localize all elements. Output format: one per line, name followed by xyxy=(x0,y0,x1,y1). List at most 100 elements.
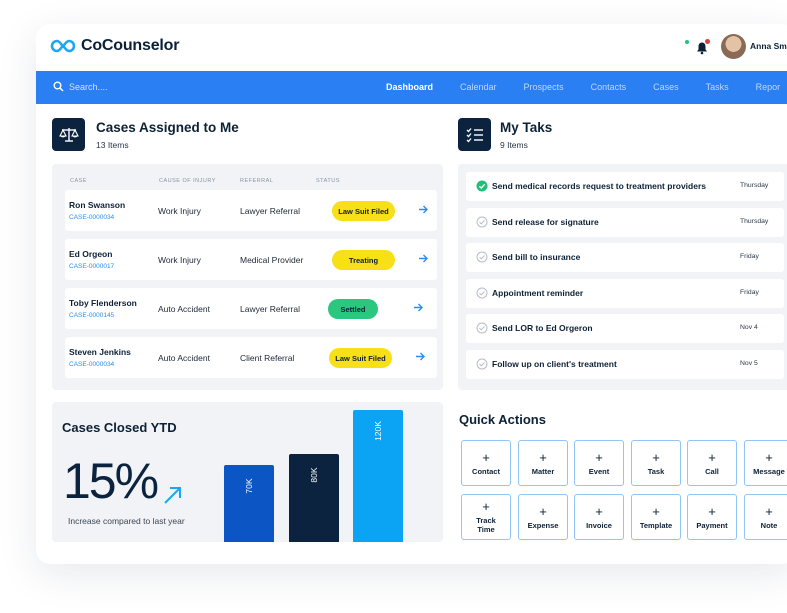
plus-icon: + xyxy=(652,449,660,465)
avatar[interactable] xyxy=(721,34,746,59)
task-label: Send bill to insurance xyxy=(492,252,581,262)
task-date: Nov 4 xyxy=(740,324,758,331)
app-name: CoCounselor xyxy=(81,37,180,54)
quick-action-note-button[interactable]: + Note xyxy=(744,494,787,540)
check-circle-icon[interactable] xyxy=(476,322,488,334)
ytd-caption: Increase compared to last year xyxy=(68,516,185,526)
cases-title: Cases Assigned to Me xyxy=(96,120,239,135)
checklist-icon xyxy=(466,127,483,142)
quick-action-task-button[interactable]: + Task xyxy=(631,440,681,486)
tab-calendar[interactable]: Calendar xyxy=(460,82,497,92)
tab-tasks[interactable]: Tasks xyxy=(706,82,729,92)
case-id-link[interactable]: CASE-0000034 xyxy=(69,361,114,368)
ytd-bar: 70K xyxy=(224,465,274,542)
list-item[interactable]: Send LOR to Ed Orgeron Nov 4 xyxy=(466,314,784,343)
cases-closed-ytd-panel: Cases Closed YTD 15% Increase compared t… xyxy=(52,402,443,542)
plus-icon: + xyxy=(708,503,716,519)
quick-action-event-button[interactable]: + Event xyxy=(574,440,624,486)
quick-action-label: Matter xyxy=(531,466,555,476)
ytd-bar-label: 70K xyxy=(244,478,254,494)
table-row[interactable]: Toby Flenderson CASE-0000145 Auto Accide… xyxy=(65,288,437,329)
quick-action-invoice-button[interactable]: + Invoice xyxy=(574,494,624,540)
case-id-link[interactable]: CASE-0000017 xyxy=(69,263,114,270)
quick-action-label: Payment xyxy=(696,520,728,530)
case-client-name: Ed Orgeon xyxy=(69,249,113,259)
tab-contacts[interactable]: Contacts xyxy=(591,82,627,92)
arrow-right-icon[interactable] xyxy=(418,204,429,215)
quick-action-label: Call xyxy=(705,466,719,476)
plus-icon: + xyxy=(539,449,547,465)
quick-action-label: Invoice xyxy=(586,520,612,530)
case-id-link[interactable]: CASE-0000034 xyxy=(69,214,114,221)
quick-action-matter-button[interactable]: + Matter xyxy=(518,440,568,486)
list-item[interactable]: Follow up on client's treatment Nov 5 xyxy=(466,350,784,379)
tab-dashboard[interactable]: Dashboard xyxy=(386,82,433,92)
notification-dot xyxy=(705,39,710,44)
tab-prospects[interactable]: Prospects xyxy=(524,82,564,92)
tab-cases[interactable]: Cases xyxy=(653,82,679,92)
quick-action-message-button[interactable]: + Message xyxy=(744,440,787,486)
table-row[interactable]: Ron Swanson CASE-0000034 Work Injury Law… xyxy=(65,190,437,231)
plus-icon: + xyxy=(652,503,660,519)
check-circle-icon[interactable] xyxy=(476,216,488,228)
status-badge: Settled xyxy=(328,299,378,319)
check-circle-icon[interactable] xyxy=(476,251,488,263)
list-item[interactable]: Appointment reminder Friday xyxy=(466,279,784,308)
table-row[interactable]: Ed Orgeon CASE-0000017 Work Injury Medic… xyxy=(65,239,437,280)
task-date: Nov 5 xyxy=(740,360,758,367)
arrow-right-icon[interactable] xyxy=(413,302,424,313)
quick-action-contact-button[interactable]: + Contact xyxy=(461,440,511,486)
ytd-title: Cases Closed YTD xyxy=(62,420,177,435)
arrow-right-icon[interactable] xyxy=(418,253,429,264)
task-date: Thursday xyxy=(740,182,769,189)
check-circle-icon[interactable] xyxy=(476,287,488,299)
task-label: Follow up on client's treatment xyxy=(492,359,617,369)
quick-actions-title: Quick Actions xyxy=(459,412,546,427)
check-circle-icon[interactable] xyxy=(476,180,488,192)
nav-tabs: Dashboard Calendar Prospects Contacts Ca… xyxy=(386,82,787,92)
task-date: Friday xyxy=(740,253,759,260)
tasks-section-icon-box xyxy=(458,118,491,151)
task-date: Thursday xyxy=(740,218,769,225)
case-id-link[interactable]: CASE-0000145 xyxy=(69,312,114,319)
status-badge: Treating xyxy=(332,250,395,270)
status-badge: Law Suit Filed xyxy=(329,348,392,368)
check-circle-icon[interactable] xyxy=(476,358,488,370)
user-name[interactable]: Anna Smit xyxy=(750,41,787,51)
quick-action-label: Contact xyxy=(472,466,500,476)
plus-icon: + xyxy=(765,503,773,519)
quick-action-payment-button[interactable]: + Payment xyxy=(687,494,737,540)
search-input[interactable]: Search.... xyxy=(53,81,108,92)
case-injury: Auto Accident xyxy=(158,353,210,363)
tasks-list: Send medical records request to treatmen… xyxy=(458,164,787,390)
task-date: Friday xyxy=(740,289,759,296)
scales-icon xyxy=(58,127,79,142)
tasks-count: 9 Items xyxy=(500,140,528,150)
online-status-dot xyxy=(685,40,689,44)
search-placeholder: Search.... xyxy=(69,81,108,92)
quick-action-track-time-button[interactable]: + Track Time xyxy=(461,494,511,540)
quick-action-label: Message xyxy=(753,466,785,476)
tasks-title: My Taks xyxy=(500,120,553,135)
tab-reports[interactable]: Repor xyxy=(756,82,781,92)
task-label: Send medical records request to treatmen… xyxy=(492,181,706,191)
list-item[interactable]: Send bill to insurance Friday xyxy=(466,243,784,272)
table-row[interactable]: Steven Jenkins CASE-0000034 Auto Acciden… xyxy=(65,337,437,378)
case-referral: Lawyer Referral xyxy=(240,206,300,216)
quick-action-call-button[interactable]: + Call xyxy=(687,440,737,486)
logo[interactable]: CoCounselor xyxy=(50,37,179,55)
column-header-status: STATUS xyxy=(316,178,340,184)
quick-action-label: Event xyxy=(588,466,610,476)
cases-table: CASE CAUSE OF INJURY REFERRAL STATUS Ron… xyxy=(52,164,443,390)
search-icon xyxy=(53,81,64,92)
top-bar: CoCounselor Anna Smit xyxy=(36,24,787,71)
quick-action-expense-button[interactable]: + Expense xyxy=(518,494,568,540)
ytd-percent: 15% xyxy=(63,453,159,509)
cases-count: 13 Items xyxy=(96,140,129,150)
main-nav: Search.... Dashboard Calendar Prospects … xyxy=(36,71,787,104)
list-item[interactable]: Send medical records request to treatmen… xyxy=(466,172,784,201)
list-item[interactable]: Send release for signature Thursday xyxy=(466,208,784,237)
task-label: Appointment reminder xyxy=(492,288,584,298)
quick-action-template-button[interactable]: + Template xyxy=(631,494,681,540)
arrow-right-icon[interactable] xyxy=(415,351,426,362)
